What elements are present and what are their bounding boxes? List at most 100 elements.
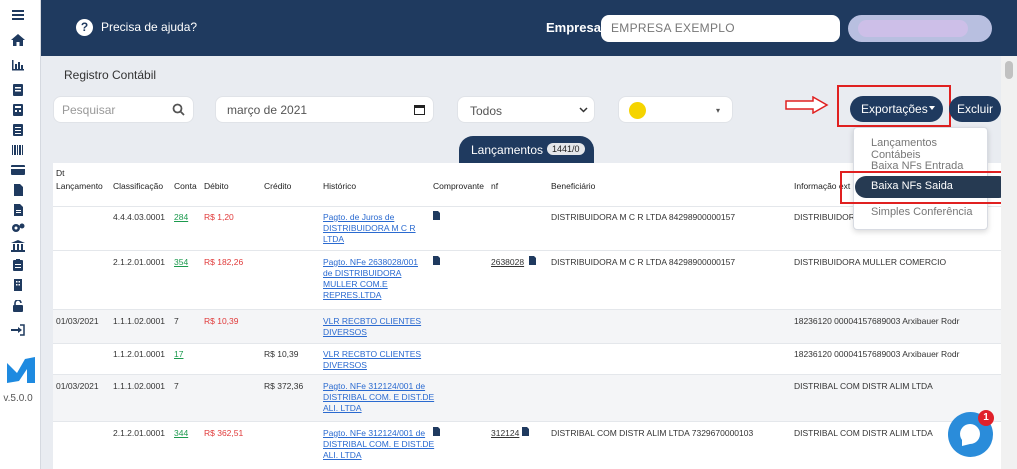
search-icon[interactable]	[172, 103, 185, 116]
col-header-nf[interactable]: nf	[491, 181, 498, 191]
settings-icon[interactable]	[11, 222, 25, 234]
chevron-down-icon: ▾	[715, 106, 720, 115]
nf-link[interactable]: 312124	[491, 428, 519, 439]
conta-cell: 7	[174, 381, 179, 391]
conta-link[interactable]: 284	[174, 212, 188, 223]
table-row[interactable]: 1.1.2.01.0001 17 R$ 10,39 VLR RECBTO CLI…	[53, 343, 1001, 374]
type-select-value: Todos	[470, 104, 503, 118]
historico-link[interactable]: Pagto. NFe 2638028/001 de DISTRIBUIDORA …	[323, 257, 418, 301]
classificacao-cell: 1.1.2.01.0001	[113, 349, 165, 359]
user-menu[interactable]	[848, 15, 992, 42]
bank-icon[interactable]	[11, 240, 25, 252]
col-header-classificacao[interactable]: Classificação	[113, 181, 163, 191]
conta-cell: 7	[174, 316, 179, 326]
col-header-lancamento: Lançamento	[56, 181, 103, 191]
col-header-credito[interactable]: Crédito	[264, 181, 291, 191]
col-header-comprovante[interactable]: Comprovante	[433, 181, 484, 191]
home-icon[interactable]	[11, 34, 25, 46]
debito-cell: R$ 182,26	[204, 257, 244, 267]
conta-link[interactable]: 354	[174, 257, 188, 268]
col-header-beneficiario[interactable]: Beneficiário	[551, 181, 595, 191]
barcode-icon[interactable]	[11, 144, 25, 156]
info-cell: DISTRIBAL COM DISTR ALIM LTDA	[794, 428, 933, 438]
document-icon[interactable]	[529, 256, 536, 265]
col-header-dt: Dt	[56, 168, 65, 178]
menu-item-lancamentos-contabeis[interactable]: Lançamentos Contábeis	[871, 137, 987, 161]
empresa-field[interactable]: EMPRESA EXEMPLO	[601, 15, 840, 42]
type-select[interactable]: Todos	[457, 96, 595, 123]
beneficiario-cell: DISTRIBUIDORA M C R LTDA 84298900000157	[551, 212, 736, 222]
historico-line: Pagto. NFe 2638028/001	[323, 257, 418, 267]
page-title: Registro Contábil	[64, 68, 157, 82]
chart-icon[interactable]	[11, 59, 25, 71]
historico-link[interactable]: Pagto. NFe 312124/001 de DISTRIBAL COM. …	[323, 381, 434, 414]
document-icon[interactable]	[433, 211, 440, 220]
classificacao-cell: 4.4.4.03.0001	[113, 212, 165, 222]
historico-line: DIVERSOS	[323, 360, 367, 370]
info-cell: DISTRIBUIDORA MULLER COMERCIO	[794, 257, 947, 267]
search-input[interactable]: Pesquisar	[62, 103, 115, 117]
unlock-icon[interactable]	[11, 300, 25, 312]
menu-icon[interactable]	[11, 9, 25, 21]
historico-link[interactable]: VLR RECBTO CLIENTES DIVERSOS	[323, 316, 421, 338]
help-icon[interactable]: ?	[76, 19, 93, 36]
count-badge: 1441/0	[547, 143, 585, 155]
annotation-arrow	[785, 96, 829, 114]
historico-link[interactable]: VLR RECBTO CLIENTES DIVERSOS	[323, 349, 421, 371]
scrollbar-thumb[interactable]	[1005, 61, 1013, 79]
app-logo	[7, 357, 35, 383]
table-row[interactable]: 01/03/2021 1.1.1.02.0001 7 R$ 372,36 Pag…	[53, 374, 1001, 421]
historico-link[interactable]: Pagto. de Juros de DISTRIBUIDORA M C R L…	[323, 212, 416, 245]
date-cell: 01/03/2021	[56, 381, 99, 391]
chevron-down-icon	[579, 107, 588, 113]
credit-card-icon[interactable]	[11, 164, 25, 176]
conta-link[interactable]: 17	[174, 349, 183, 360]
clipboard-icon[interactable]	[11, 259, 25, 271]
annotation-highlight	[840, 171, 1017, 204]
nf-link[interactable]: 2638028	[491, 257, 524, 268]
date-cell: 01/03/2021	[56, 316, 99, 326]
receipt-icon[interactable]	[11, 84, 25, 96]
month-picker[interactable]: março de 2021	[215, 96, 434, 123]
search-box[interactable]: Pesquisar	[53, 96, 194, 123]
col-header-debito[interactable]: Débito	[204, 181, 229, 191]
help-link[interactable]: Precisa de ajuda?	[101, 20, 197, 34]
table-row[interactable]: 01/03/2021 1.1.1.02.0001 7 R$ 10,39 VLR …	[53, 309, 1001, 343]
delete-button[interactable]: Excluir	[949, 96, 1001, 122]
document-icon[interactable]	[433, 256, 440, 265]
user-name-blurred	[858, 20, 968, 37]
historico-line: VLR RECBTO CLIENTES	[323, 349, 422, 359]
scrollbar[interactable]	[1001, 56, 1017, 469]
document-icon[interactable]	[433, 427, 440, 436]
logout-icon[interactable]	[11, 324, 25, 336]
menu-item-simples-conferencia[interactable]: Simples Conferência	[871, 206, 973, 218]
export-button[interactable]: Exportações	[850, 96, 943, 122]
tab-lancamentos[interactable]: Lançamentos 1441/0	[459, 136, 594, 163]
historico-link[interactable]: Pagto. NFe 312124/001 de DISTRIBAL COM. …	[323, 428, 434, 461]
credito-cell: R$ 10,39	[264, 349, 299, 359]
empresa-label: Empresa:	[546, 20, 606, 35]
bank-select[interactable]: ▾	[618, 96, 733, 123]
calculator-icon[interactable]	[11, 104, 25, 116]
building-icon[interactable]	[11, 279, 25, 291]
table-row[interactable]: 2.1.2.01.0001 354 R$ 182,26 Pagto. NFe 2…	[53, 250, 1001, 309]
col-header-historico[interactable]: Histórico	[323, 181, 356, 191]
classificacao-cell: 1.1.1.02.0001	[113, 381, 165, 391]
col-header-conta[interactable]: Conta	[174, 181, 197, 191]
classificacao-cell: 2.1.2.01.0001	[113, 428, 165, 438]
beneficiario-cell: DISTRIBAL COM DISTR ALIM LTDA 7329670000…	[551, 428, 754, 438]
file-icon[interactable]	[11, 184, 25, 196]
export-button-label: Exportações	[861, 102, 928, 116]
document-icon[interactable]	[522, 427, 529, 436]
info-cell: DISTRIBAL COM DISTR ALIM LTDA	[794, 381, 933, 391]
table-row[interactable]: 2.1.2.01.0001 344 R$ 362,51 Pagto. NFe 3…	[53, 421, 1001, 469]
beneficiario-cell: DISTRIBUIDORA M C R LTDA 84298900000157	[551, 257, 736, 267]
historico-line: DISTRIBAL COM. E DIST.DE	[323, 392, 435, 402]
notification-badge: 1	[978, 410, 994, 426]
conta-link[interactable]: 344	[174, 428, 188, 439]
list-icon[interactable]	[11, 124, 25, 136]
document-icon[interactable]	[11, 204, 25, 216]
tab-label: Lançamentos	[471, 143, 544, 157]
month-value: março de 2021	[227, 103, 308, 117]
calendar-icon[interactable]	[414, 104, 425, 115]
